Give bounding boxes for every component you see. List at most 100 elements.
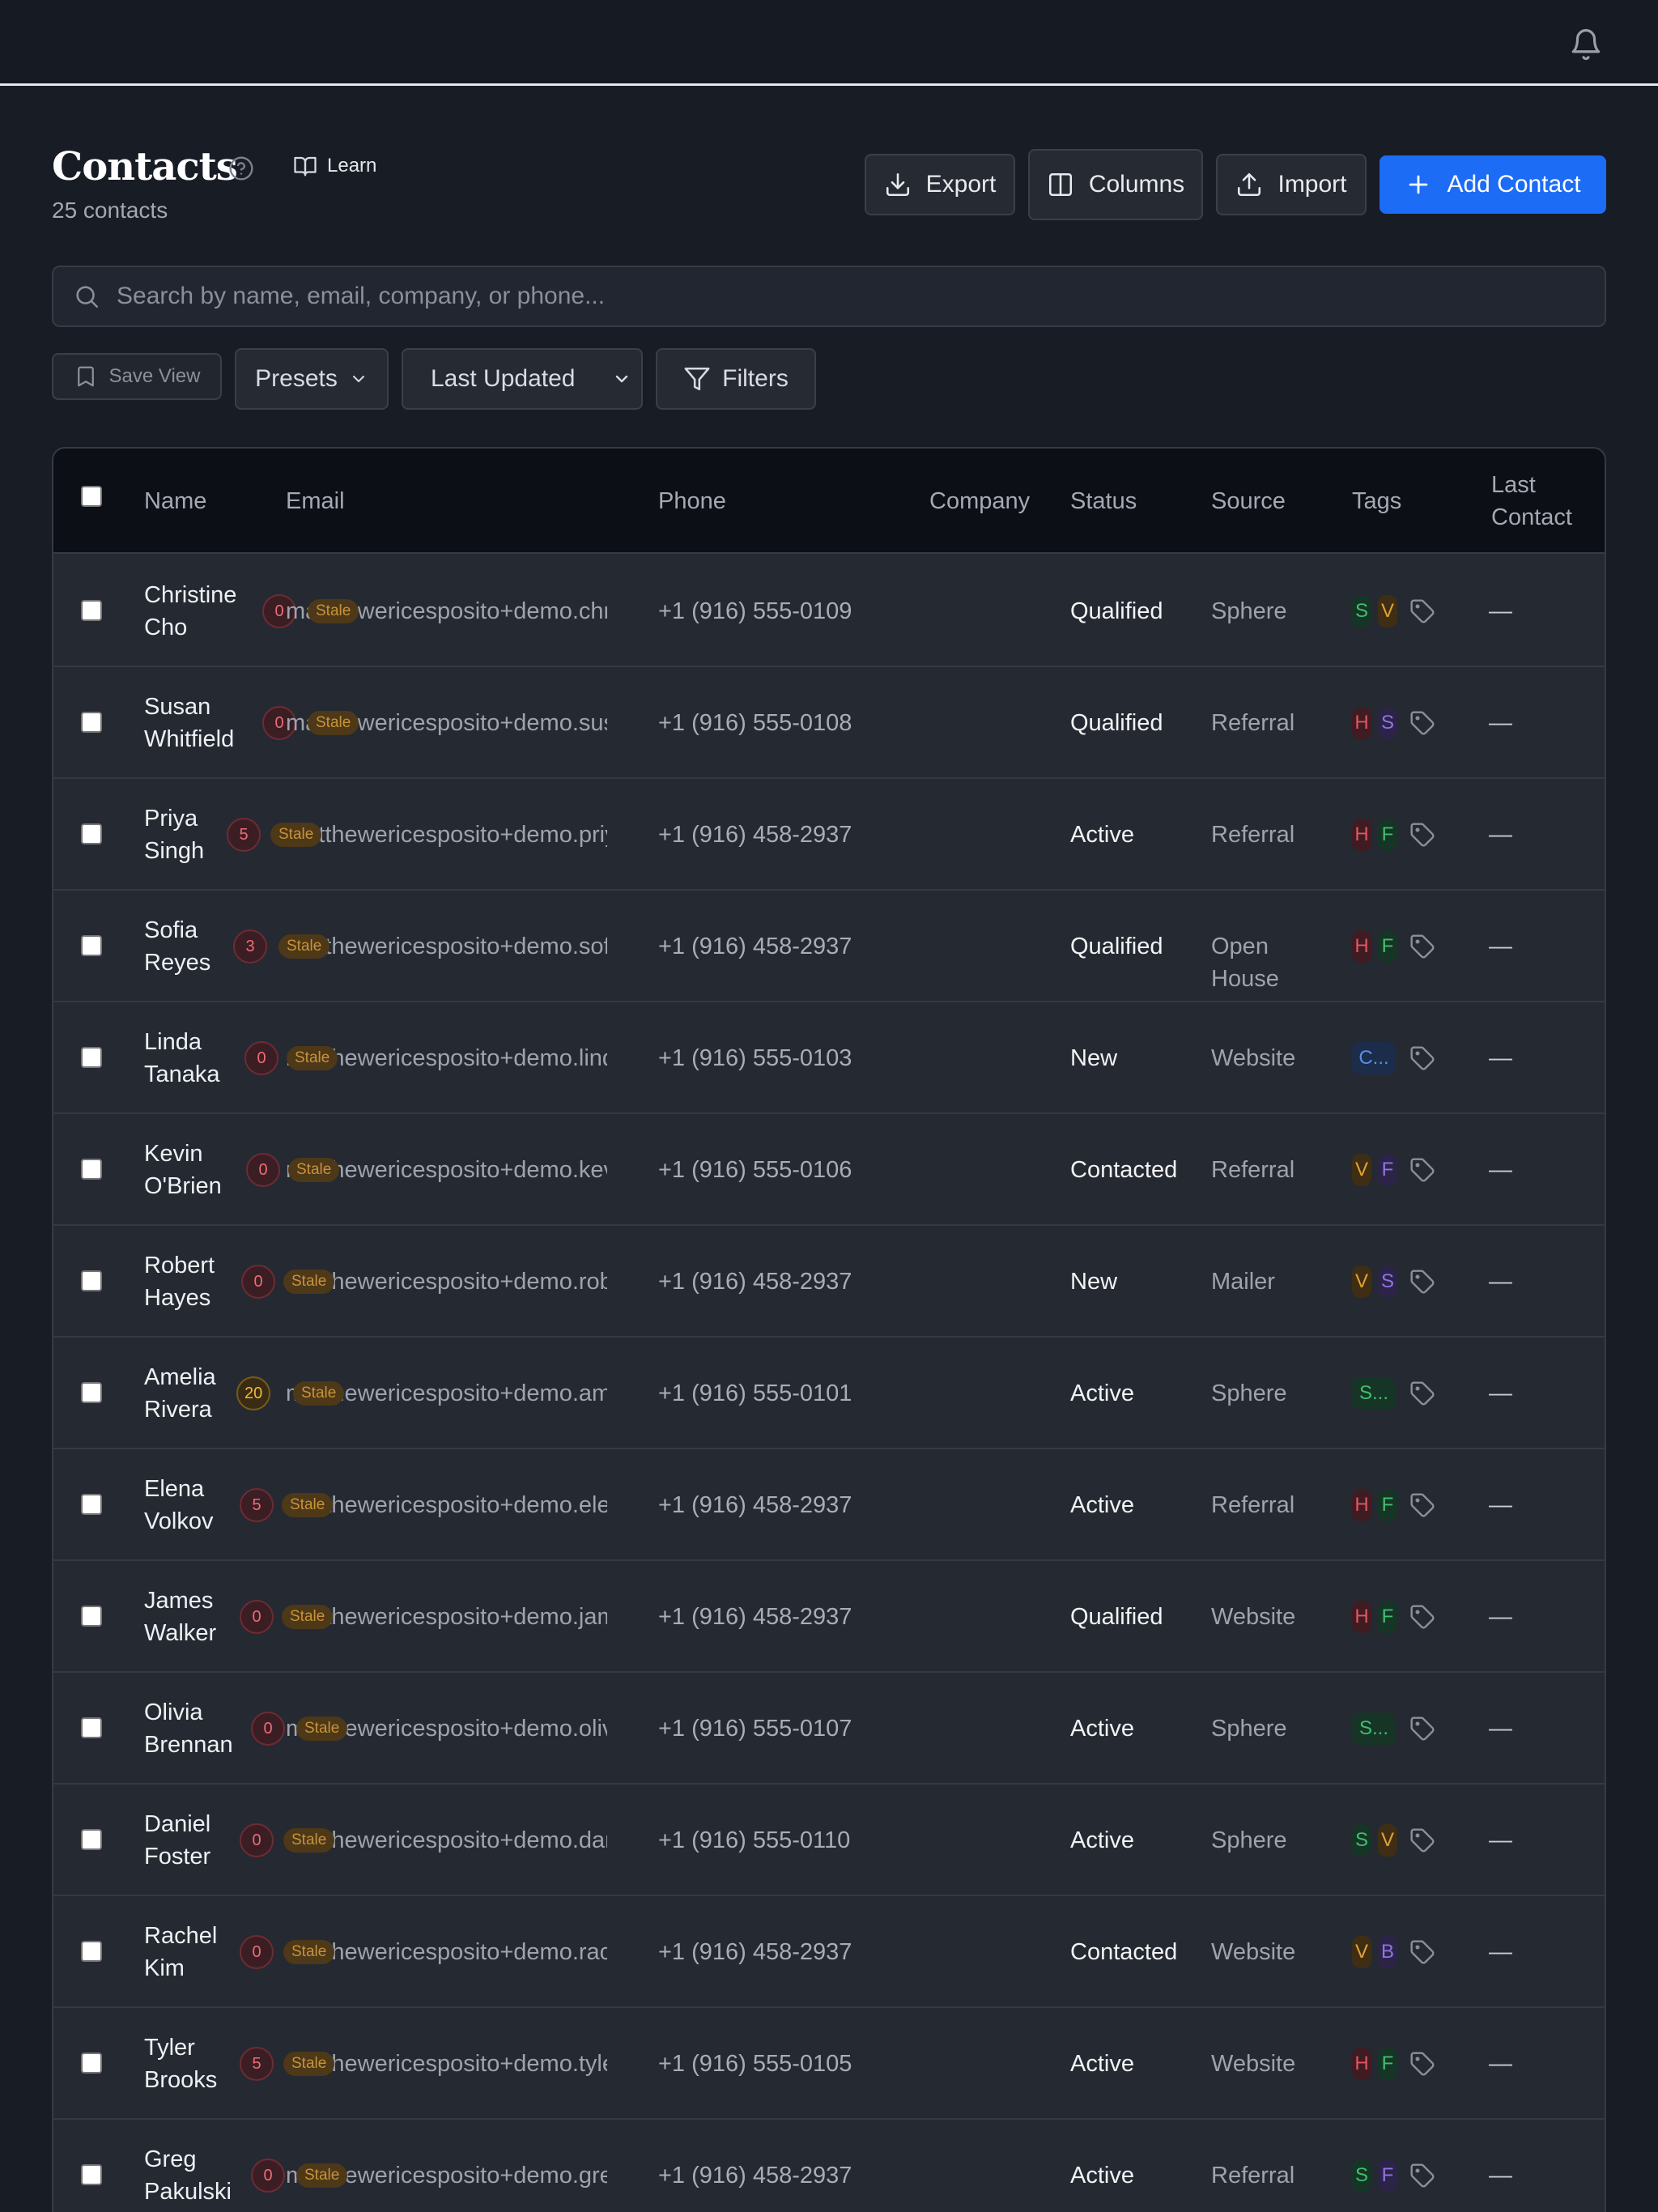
- row-checkbox[interactable]: [81, 2164, 102, 2185]
- table-row[interactable]: Greg Pakulski 0 matthewericesposito+demo.g…: [53, 2120, 1605, 2212]
- row-checkbox[interactable]: [81, 712, 102, 733]
- add-tag-icon[interactable]: [1409, 1604, 1435, 1630]
- row-checkbox[interactable]: [81, 1717, 102, 1738]
- contact-email[interactable]: matthewericesposito+demo.sofia: [286, 930, 607, 963]
- email-cell[interactable]: matthewericesposito+demo.elena: [286, 1489, 607, 1521]
- tag-chip[interactable]: S...: [1352, 1712, 1396, 1745]
- add-tag-icon[interactable]: [1409, 1269, 1435, 1295]
- column-header-status[interactable]: Status: [1070, 485, 1137, 517]
- tag-chip[interactable]: H: [1352, 930, 1371, 963]
- tag-chip[interactable]: H: [1352, 2048, 1371, 2080]
- contact-phone[interactable]: +1 (916) 555-0107: [658, 1712, 852, 1745]
- row-checkbox[interactable]: [81, 2052, 102, 2074]
- contact-phone[interactable]: +1 (916) 458-2937: [658, 2159, 852, 2192]
- table-row[interactable]: Olivia Brennan 0 matthewericesposito+demo.…: [53, 1673, 1605, 1784]
- contact-phone[interactable]: +1 (916) 555-0106: [658, 1154, 852, 1186]
- add-tag-icon[interactable]: [1409, 1827, 1435, 1853]
- tag-chip[interactable]: F: [1378, 2048, 1397, 2080]
- tag-chip[interactable]: F: [1378, 2159, 1397, 2192]
- contact-phone[interactable]: +1 (916) 458-2937: [658, 1489, 852, 1521]
- row-checkbox[interactable]: [81, 1159, 102, 1180]
- column-header-email[interactable]: Email: [286, 485, 345, 517]
- tag-chip[interactable]: F: [1378, 930, 1397, 963]
- contact-name[interactable]: Daniel Foster: [144, 1808, 249, 1873]
- add-tag-icon[interactable]: [1409, 710, 1435, 736]
- contact-name[interactable]: Tyler Brooks: [144, 2031, 249, 2096]
- table-row[interactable]: Amelia Rivera 20 matthewericesposito+demo.…: [53, 1338, 1605, 1449]
- contact-phone[interactable]: +1 (916) 555-0109: [658, 595, 852, 627]
- tag-chip[interactable]: H: [1352, 819, 1371, 851]
- tag-chip[interactable]: V: [1352, 1266, 1371, 1298]
- row-checkbox[interactable]: [81, 935, 102, 956]
- table-row[interactable]: Linda Tanaka 0 matthewericesposito+demo.li…: [53, 1002, 1605, 1114]
- import-button[interactable]: Import: [1216, 154, 1367, 215]
- add-tag-icon[interactable]: [1409, 598, 1435, 624]
- tag-chip[interactable]: S: [1378, 707, 1397, 739]
- bell-icon[interactable]: [1569, 28, 1603, 62]
- table-row[interactable]: Priya Singh 5 matthewericesposito+demo.pri…: [53, 779, 1605, 891]
- contact-phone[interactable]: +1 (916) 458-2937: [658, 1266, 852, 1298]
- tag-chip[interactable]: H: [1352, 1601, 1371, 1633]
- tag-chip[interactable]: V: [1378, 595, 1397, 627]
- contact-phone[interactable]: +1 (916) 555-0101: [658, 1377, 852, 1410]
- add-tag-icon[interactable]: [1409, 1716, 1435, 1742]
- contact-phone[interactable]: +1 (916) 458-2937: [658, 819, 852, 851]
- contact-phone[interactable]: +1 (916) 555-0103: [658, 1042, 852, 1074]
- table-row[interactable]: Elena Volkov 5 matthewericesposito+demo.el…: [53, 1449, 1605, 1561]
- learn-link[interactable]: Learn: [293, 154, 376, 178]
- add-tag-icon[interactable]: [1409, 1045, 1435, 1071]
- search-input[interactable]: [117, 283, 1574, 310]
- column-header-source[interactable]: Source: [1211, 485, 1286, 517]
- contact-phone[interactable]: +1 (916) 458-2937: [658, 930, 852, 963]
- table-row[interactable]: Kevin O'Brien 0 matthewericesposito+demo.k…: [53, 1114, 1605, 1226]
- table-row[interactable]: Christine Cho 0 matthewericesposito+demo.c…: [53, 555, 1605, 667]
- contact-name[interactable]: Greg Pakulski: [144, 2143, 249, 2208]
- tag-chip[interactable]: H: [1352, 1489, 1371, 1521]
- columns-button[interactable]: Columns: [1028, 149, 1203, 220]
- help-icon[interactable]: [228, 155, 254, 181]
- filters-button[interactable]: Filters: [656, 348, 816, 410]
- tag-chip[interactable]: F: [1378, 819, 1397, 851]
- contact-name[interactable]: Olivia Brennan: [144, 1696, 249, 1761]
- contact-name[interactable]: Linda Tanaka: [144, 1026, 249, 1091]
- tag-chip[interactable]: S: [1352, 2159, 1371, 2192]
- column-header-tags[interactable]: Tags: [1352, 485, 1401, 517]
- contact-phone[interactable]: +1 (916) 555-0108: [658, 707, 852, 739]
- table-row[interactable]: Rachel Kim 0 matthewericesposito+demo.rach…: [53, 1896, 1605, 2008]
- tag-chip[interactable]: H: [1352, 707, 1371, 739]
- row-checkbox[interactable]: [81, 1941, 102, 1962]
- add-tag-icon[interactable]: [1409, 1939, 1435, 1965]
- contact-phone[interactable]: +1 (916) 555-0110: [658, 1824, 850, 1857]
- tag-chip[interactable]: S...: [1352, 1377, 1396, 1410]
- email-cell[interactable]: matthewericesposito+demo.priya: [286, 819, 607, 851]
- contact-name[interactable]: Elena Volkov: [144, 1473, 249, 1538]
- tag-chip[interactable]: V: [1352, 1154, 1371, 1186]
- row-checkbox[interactable]: [81, 1047, 102, 1068]
- add-tag-icon[interactable]: [1409, 1492, 1435, 1518]
- tag-chip[interactable]: F: [1378, 1601, 1397, 1633]
- tag-chip[interactable]: F: [1378, 1489, 1397, 1521]
- contact-name[interactable]: James Walker: [144, 1585, 249, 1649]
- email-cell[interactable]: matthewericesposito+demo.james: [286, 1601, 607, 1633]
- tag-chip[interactable]: C...: [1352, 1042, 1396, 1074]
- tag-chip[interactable]: B: [1378, 1936, 1397, 1968]
- add-tag-icon[interactable]: [1409, 934, 1435, 959]
- tag-chip[interactable]: V: [1378, 1824, 1397, 1857]
- tag-chip[interactable]: S: [1352, 1824, 1371, 1857]
- contact-email[interactable]: matthewericesposito+demo.james: [286, 1601, 607, 1633]
- contact-phone[interactable]: +1 (916) 458-2937: [658, 1601, 852, 1633]
- table-row[interactable]: Sofia Reyes 3 matthewericesposito+demo.sof…: [53, 891, 1605, 1002]
- contact-name[interactable]: Susan Whitfield: [144, 691, 249, 755]
- table-row[interactable]: James Walker 0 matthewericesposito+demo.ja…: [53, 1561, 1605, 1673]
- contact-name[interactable]: Amelia Rivera: [144, 1361, 249, 1426]
- row-checkbox[interactable]: [81, 1270, 102, 1291]
- row-checkbox[interactable]: [81, 600, 102, 621]
- column-header-phone[interactable]: Phone: [658, 485, 726, 517]
- select-all-checkbox[interactable]: [81, 486, 102, 507]
- save-view-button[interactable]: Save View: [52, 353, 222, 400]
- tag-chip[interactable]: F: [1378, 1154, 1397, 1186]
- add-tag-icon[interactable]: [1409, 822, 1435, 848]
- row-checkbox[interactable]: [81, 1606, 102, 1627]
- row-checkbox[interactable]: [81, 1829, 102, 1850]
- row-checkbox[interactable]: [81, 1494, 102, 1515]
